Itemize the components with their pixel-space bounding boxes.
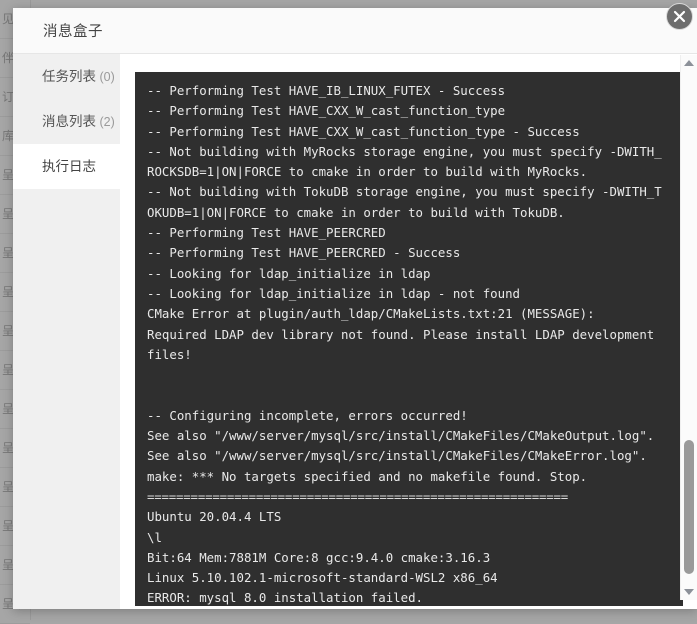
tab-item-label: 执行日志 (42, 159, 96, 174)
console-log-line: Bit:64 Mem:7881M Core:8 gcc:9.4.0 cmake:… (147, 549, 491, 565)
tab-rail: 任务列表 (0) 消息列表 (2) 执行日志 (13, 54, 120, 609)
console-output[interactable]: -- Performing Test HAVE_IB_LINUX_FUTEX -… (135, 72, 683, 606)
console-log-line: -- Not building with MyRocks storage eng… (147, 143, 662, 180)
console-log-line: -- Performing Test HAVE_IB_LINUX_FUTEX -… (147, 83, 506, 98)
modal-header: 消息盒子 (13, 8, 697, 54)
modal-scrollbar[interactable] (680, 55, 697, 600)
console-log-line (147, 385, 669, 405)
console-log-line: ========================================… (147, 488, 569, 504)
console-log-line: See also "/www/server/mysql/src/install/… (147, 428, 655, 444)
tab-item-2[interactable]: 执行日志 (13, 144, 120, 189)
scrollbar-thumb[interactable] (684, 440, 694, 574)
console-log-line: files! (147, 346, 192, 362)
tab-item-label: 任务列表 (42, 69, 96, 84)
console-log-line: Required LDAP dev library not found. Ple… (147, 326, 655, 342)
console-log-line: See also "/www/server/mysql/src/install/… (147, 448, 647, 464)
console-log-line: -- Configuring incomplete, errors occurr… (147, 407, 468, 423)
console-log-line: -- Looking for ldap_initialize in ldap -… (147, 285, 520, 301)
chevron-up-icon (684, 60, 694, 66)
console-log-line: -- Performing Test HAVE_PEERCRED - Succe… (147, 245, 461, 261)
close-icon (673, 10, 686, 23)
tab-item-label: 消息列表 (42, 114, 96, 129)
scroll-up-button[interactable] (681, 55, 697, 71)
execution-log-pane: -- Performing Test HAVE_IB_LINUX_FUTEX -… (120, 54, 697, 609)
tab-item-count: (0) (96, 70, 115, 84)
console-log-line: -- Performing Test HAVE_CXX_W_cast_funct… (147, 123, 580, 139)
tab-item-1[interactable]: 消息列表 (2) (13, 99, 120, 144)
console-log-line: -- Looking for ldap_initialize in ldap (147, 265, 431, 281)
tab-item-0[interactable]: 任务列表 (0) (13, 54, 120, 99)
modal-body: 任务列表 (0) 消息列表 (2) 执行日志 -- Performing Test … (13, 54, 697, 609)
console-log-line: make: *** No targets specified and no ma… (147, 468, 588, 484)
modal-title: 消息盒子 (43, 24, 103, 40)
scroll-down-button[interactable] (681, 584, 697, 600)
console-log-line: -- Not building with TokuDB storage engi… (147, 184, 662, 220)
console-log-line: Ubuntu 20.04.4 LTS (147, 509, 282, 525)
console-log-line: \l (147, 529, 162, 545)
console-log-line: -- Performing Test HAVE_CXX_W_cast_funct… (147, 103, 506, 119)
close-button[interactable] (666, 3, 693, 30)
console-log-line: -- Performing Test HAVE_PEERCRED (147, 225, 386, 241)
message-box-modal: 消息盒子 任务列表 (0) 消息列表 (2) 执行日志 -- Performing … (13, 8, 697, 609)
console-log-line (147, 365, 669, 385)
chevron-down-icon (684, 589, 694, 595)
console-log-line: CMake Error at plugin/auth_ldap/CMakeLis… (147, 306, 595, 322)
console-log-line: ERROR: mysql 8.0 installation failed. (147, 590, 424, 606)
console-log-line: Linux 5.10.102.1-microsoft-standard-WSL2… (147, 570, 498, 586)
tab-item-count: (2) (96, 115, 115, 129)
